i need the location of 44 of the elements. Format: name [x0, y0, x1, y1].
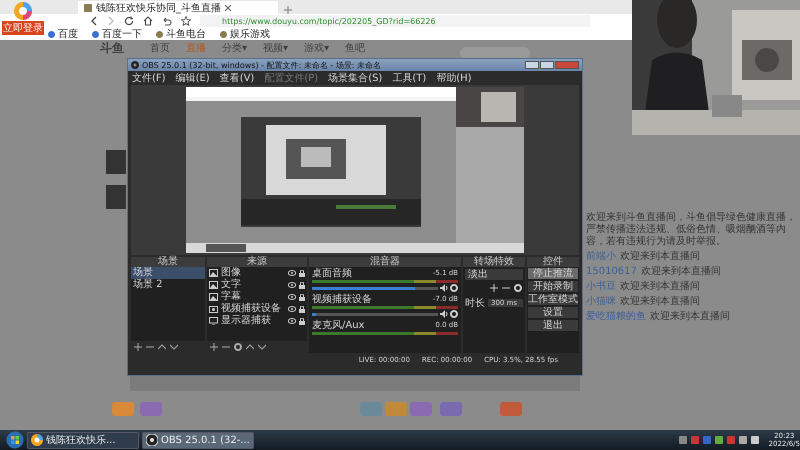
- transition-select[interactable]: 淡出: [465, 269, 523, 280]
- chat-notice: 欢迎来到斗鱼直播间，斗鱼倡导绿色健康直播，严禁传播违法违规、低俗色情、吸烟酗酒等内容，若有违规行为请及时举报。: [586, 212, 796, 248]
- control-button[interactable]: 停止推流: [528, 268, 578, 279]
- dock-title: 来源: [207, 257, 307, 267]
- window-title: OBS 25.0.1 (32-bit, windows) - 配置文件: 未命名 - 场景: 未命名: [142, 60, 382, 70]
- chat-message: 欢迎来到本直播间: [620, 281, 700, 293]
- menu-item[interactable]: 文件(F): [132, 71, 166, 85]
- control-button[interactable]: 工作室模式: [528, 294, 578, 305]
- control-button[interactable]: 退出: [528, 320, 578, 331]
- source-name[interactable]: 文字: [221, 279, 285, 291]
- control-button[interactable]: 设置: [528, 307, 578, 318]
- scene-item[interactable]: 场景 2: [131, 279, 205, 291]
- address-bar[interactable]: https://www.douyu.com/topic/202205_GD?rid=66226: [200, 15, 590, 27]
- channel-name: 桌面音频: [312, 268, 352, 279]
- menu-item[interactable]: 工具(T): [392, 71, 426, 85]
- browser-tab[interactable]: 钱陈狂欢快乐协同_斗鱼直播: [78, 1, 278, 14]
- scene-item[interactable]: 场景: [131, 267, 205, 279]
- source-name[interactable]: 视频捕获设备: [221, 303, 285, 315]
- menu-item[interactable]: 场景集合(S): [328, 71, 382, 85]
- dock-title: 混音器: [309, 257, 461, 267]
- taskbar-button[interactable]: 钱陈狂欢快乐...: [27, 432, 139, 448]
- menu-item[interactable]: 编辑(E): [176, 71, 210, 85]
- menu-item[interactable]: 查看(V): [220, 71, 254, 85]
- bookmark-link[interactable]: 百度一下: [92, 27, 142, 41]
- source-name[interactable]: 字幕: [221, 291, 285, 303]
- bookmark-link[interactable]: 百度: [48, 27, 78, 41]
- dock-title: 控件: [527, 257, 579, 267]
- control-button[interactable]: 开始录制: [528, 281, 578, 292]
- bookmark-link[interactable]: 斗鱼电台: [156, 27, 206, 41]
- chat-message: 欢迎来到本直播间: [640, 266, 721, 278]
- dock-title: 转场特效: [463, 257, 525, 267]
- bookmark-link[interactable]: 娱乐游戏: [220, 27, 270, 41]
- login-badge[interactable]: 立即登录: [2, 21, 44, 35]
- taskbar-button[interactable]: OBS 25.0.1 (32-...: [142, 432, 254, 448]
- menu-item[interactable]: 帮助(H): [436, 71, 472, 85]
- channel-name: 视频捕获设备: [312, 294, 372, 305]
- chat-message: 欢迎来到本直播间: [620, 251, 700, 263]
- dock-title: 场景: [131, 257, 205, 267]
- channel-name: 麦克风/Aux: [312, 320, 364, 331]
- source-name[interactable]: 图像: [221, 267, 285, 279]
- chat-message: 欢迎来到本直播间: [650, 311, 730, 323]
- source-name[interactable]: 显示器捕获: [221, 315, 285, 327]
- chat-message: 欢迎来到本直播间: [620, 296, 700, 308]
- duration-label: 时长: [465, 296, 485, 310]
